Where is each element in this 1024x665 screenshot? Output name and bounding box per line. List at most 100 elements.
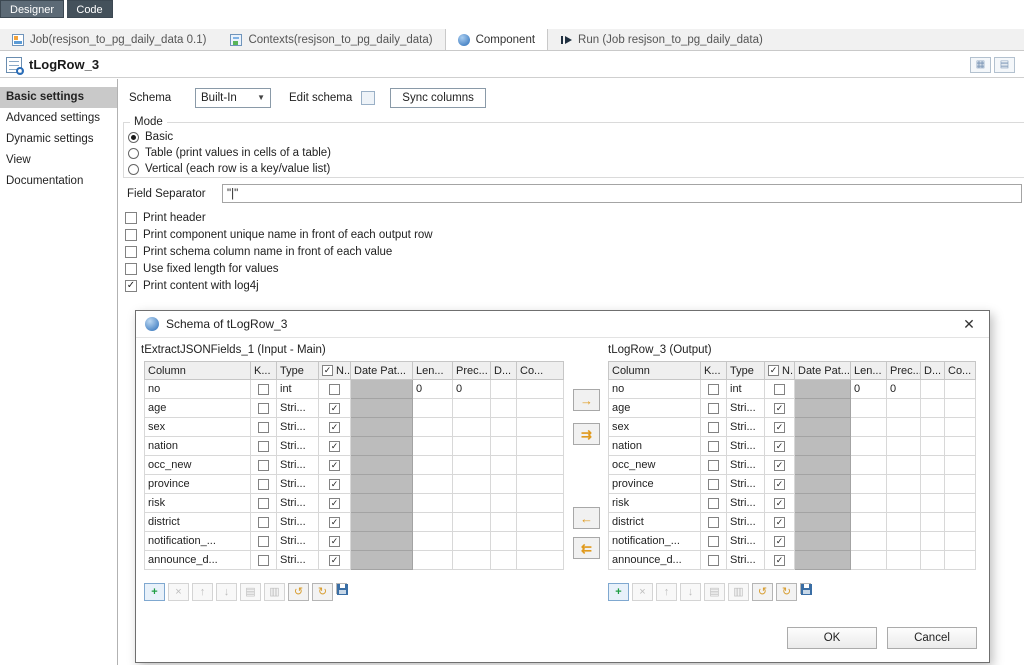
precision-header[interactable]: Prec... xyxy=(887,362,921,380)
input-schema-row[interactable]: districtStri... xyxy=(145,513,564,532)
print-option[interactable]: Print content with log4j xyxy=(125,277,433,294)
checkbox-icon[interactable] xyxy=(708,403,719,414)
checkbox-icon[interactable] xyxy=(125,280,137,292)
tab-code[interactable]: Code xyxy=(67,0,112,18)
output-schema-row[interactable]: noint00 xyxy=(609,380,976,399)
column-header[interactable]: Column xyxy=(145,362,251,380)
input-schema-row[interactable]: riskStri... xyxy=(145,494,564,513)
output-move-up-button[interactable]: ↑ xyxy=(656,583,677,601)
type-header[interactable]: Type xyxy=(727,362,765,380)
print-option[interactable]: Print schema column name in front of eac… xyxy=(125,243,433,260)
checkbox-icon[interactable] xyxy=(774,403,785,414)
checkbox-icon[interactable] xyxy=(774,498,785,509)
type-header[interactable]: Type xyxy=(277,362,319,380)
output-paste-button[interactable]: ▥ xyxy=(728,583,749,601)
tab-run[interactable]: Run (Job resjson_to_pg_daily_data) xyxy=(548,29,775,50)
checkbox-icon[interactable] xyxy=(774,422,785,433)
checkbox-icon[interactable] xyxy=(258,403,269,414)
checkbox-icon[interactable] xyxy=(125,212,137,224)
input-move-up-button[interactable]: ↑ xyxy=(192,583,213,601)
tab-component[interactable]: Component xyxy=(445,29,548,50)
checkbox-icon[interactable] xyxy=(125,263,137,275)
input-schema-row[interactable]: notification_...Stri... xyxy=(145,532,564,551)
sidebar-item-advanced-settings[interactable]: Advanced settings xyxy=(0,108,117,129)
checkbox-icon[interactable] xyxy=(258,536,269,547)
close-icon[interactable]: ✕ xyxy=(958,317,980,331)
nullable-header-checkbox[interactable] xyxy=(322,365,333,376)
output-schema-row[interactable]: districtStri... xyxy=(609,513,976,532)
input-paste-button[interactable]: ▥ xyxy=(264,583,285,601)
output-schema-row[interactable]: sexStri... xyxy=(609,418,976,437)
checkbox-icon[interactable] xyxy=(774,441,785,452)
dialog-titlebar[interactable]: Schema of tLogRow_3 ✕ xyxy=(136,311,989,338)
checkbox-icon[interactable] xyxy=(329,460,340,471)
output-move-down-button[interactable]: ↓ xyxy=(680,583,701,601)
cancel-button[interactable]: Cancel xyxy=(887,627,977,649)
checkbox-icon[interactable] xyxy=(258,517,269,528)
checkbox-icon[interactable] xyxy=(329,479,340,490)
copy-all-columns-to-output-button[interactable]: ⇉ xyxy=(573,423,600,445)
checkbox-icon[interactable] xyxy=(125,229,137,241)
output-schema-row[interactable]: ageStri... xyxy=(609,399,976,418)
checkbox-icon[interactable] xyxy=(329,536,340,547)
column-header[interactable]: Column xyxy=(609,362,701,380)
checkbox-icon[interactable] xyxy=(774,536,785,547)
checkbox-icon[interactable] xyxy=(708,384,719,395)
output-remove-column-button[interactable]: × xyxy=(632,583,653,601)
checkbox-icon[interactable] xyxy=(708,422,719,433)
input-schema-row[interactable]: occ_newStri... xyxy=(145,456,564,475)
key-header[interactable]: K... xyxy=(251,362,277,380)
checkbox-icon[interactable] xyxy=(258,441,269,452)
tab-contexts[interactable]: Contexts(resjson_to_pg_daily_data) xyxy=(218,29,444,50)
output-add-column-button[interactable]: + xyxy=(608,583,629,601)
comment-header[interactable]: Co... xyxy=(517,362,564,380)
date-pattern-header[interactable]: Date Pat... xyxy=(351,362,413,380)
input-schema-row[interactable]: noint00 xyxy=(145,380,564,399)
checkbox-icon[interactable] xyxy=(329,517,340,528)
input-export-schema-button[interactable]: ↻ xyxy=(312,583,333,601)
checkbox-icon[interactable] xyxy=(329,403,340,414)
checkbox-icon[interactable] xyxy=(708,441,719,452)
checkbox-icon[interactable] xyxy=(258,460,269,471)
checkbox-icon[interactable] xyxy=(258,555,269,566)
input-import-schema-button[interactable]: ↺ xyxy=(288,583,309,601)
checkbox-icon[interactable] xyxy=(258,422,269,433)
comment-header[interactable]: Co... xyxy=(945,362,976,380)
input-schema-row[interactable]: ageStri... xyxy=(145,399,564,418)
key-header[interactable]: K... xyxy=(701,362,727,380)
input-schema-row[interactable]: announce_d...Stri... xyxy=(145,551,564,570)
nullable-header[interactable]: N... xyxy=(765,362,795,380)
checkbox-icon[interactable] xyxy=(708,536,719,547)
checkbox-icon[interactable] xyxy=(329,555,340,566)
copy-column-to-output-button[interactable]: → xyxy=(573,389,600,411)
tab-designer[interactable]: Designer xyxy=(0,0,64,18)
checkbox-icon[interactable] xyxy=(329,441,340,452)
length-header[interactable]: Len... xyxy=(413,362,453,380)
print-option[interactable]: Print component unique name in front of … xyxy=(125,226,433,243)
grid-view-button[interactable]: ▦ xyxy=(970,57,991,73)
default-header[interactable]: D... xyxy=(921,362,945,380)
print-option[interactable]: Use fixed length for values xyxy=(125,260,433,277)
input-remove-column-button[interactable]: × xyxy=(168,583,189,601)
sync-columns-button[interactable]: Sync columns xyxy=(390,88,486,108)
checkbox-icon[interactable] xyxy=(708,517,719,528)
nullable-header[interactable]: N... xyxy=(319,362,351,380)
input-copy-button[interactable]: ▤ xyxy=(240,583,261,601)
checkbox-icon[interactable] xyxy=(708,498,719,509)
output-schema-row[interactable]: notification_...Stri... xyxy=(609,532,976,551)
checkbox-icon[interactable] xyxy=(708,479,719,490)
checkbox-icon[interactable] xyxy=(774,555,785,566)
input-save-schema-button[interactable] xyxy=(336,583,347,594)
schema-type-select[interactable]: Built-In ▼ xyxy=(195,88,271,108)
output-copy-button[interactable]: ▤ xyxy=(704,583,725,601)
tab-job[interactable]: Job(resjson_to_pg_daily_data 0.1) xyxy=(0,29,218,50)
output-schema-row[interactable]: nationStri... xyxy=(609,437,976,456)
output-save-schema-button[interactable] xyxy=(800,583,811,594)
radio-icon[interactable] xyxy=(128,148,139,159)
precision-header[interactable]: Prec... xyxy=(453,362,491,380)
checkbox-icon[interactable] xyxy=(258,498,269,509)
output-export-schema-button[interactable]: ↻ xyxy=(776,583,797,601)
checkbox-icon[interactable] xyxy=(258,479,269,490)
input-add-column-button[interactable]: + xyxy=(144,583,165,601)
default-header[interactable]: D... xyxy=(491,362,517,380)
